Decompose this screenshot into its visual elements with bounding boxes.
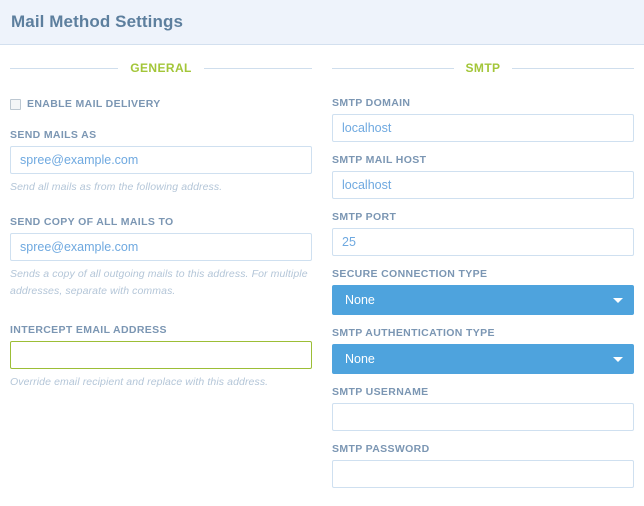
general-legend-label: GENERAL bbox=[130, 61, 192, 75]
send-mails-as-input[interactable] bbox=[10, 146, 312, 174]
general-column: GENERAL ENABLE MAIL DELIVERY SEND MAILS … bbox=[0, 61, 322, 500]
smtp-port-field: SMTP PORT bbox=[332, 211, 634, 256]
smtp-authentication-type-label: SMTP AUTHENTICATION TYPE bbox=[332, 327, 495, 339]
intercept-email-address-hint: Override email recipient and replace wit… bbox=[10, 376, 269, 388]
smtp-port-label: SMTP PORT bbox=[332, 211, 397, 223]
smtp-mail-host-label: SMTP MAIL HOST bbox=[332, 154, 427, 166]
smtp-username-label: SMTP USERNAME bbox=[332, 386, 429, 398]
smtp-username-field: SMTP USERNAME bbox=[332, 386, 634, 431]
smtp-domain-field: SMTP DOMAIN bbox=[332, 97, 634, 142]
smtp-legend-label: SMTP bbox=[465, 61, 501, 75]
smtp-domain-label: SMTP DOMAIN bbox=[332, 97, 411, 109]
secure-connection-type-select-wrap[interactable]: None bbox=[332, 285, 634, 315]
smtp-section-legend: SMTP bbox=[332, 61, 634, 75]
send-mails-as-hint: Send all mails as from the following add… bbox=[10, 181, 223, 193]
smtp-port-input[interactable] bbox=[332, 228, 634, 256]
send-copy-of-all-mails-to-field: SEND COPY OF ALL MAILS TO Sends a copy o… bbox=[10, 216, 312, 300]
send-copy-of-all-mails-to-label: SEND COPY OF ALL MAILS TO bbox=[10, 216, 174, 228]
smtp-mail-host-field: SMTP MAIL HOST bbox=[332, 154, 634, 199]
enable-mail-delivery-row[interactable]: ENABLE MAIL DELIVERY bbox=[10, 97, 312, 111]
smtp-mail-host-input[interactable] bbox=[332, 171, 634, 199]
enable-mail-delivery-label: ENABLE MAIL DELIVERY bbox=[27, 98, 161, 110]
intercept-email-address-field: INTERCEPT EMAIL ADDRESS Override email r… bbox=[10, 324, 312, 391]
secure-connection-type-select[interactable]: None bbox=[332, 285, 634, 315]
send-mails-as-field: SEND MAILS AS Send all mails as from the… bbox=[10, 129, 312, 196]
secure-connection-type-field: SECURE CONNECTION TYPE None bbox=[332, 268, 634, 315]
settings-columns: GENERAL ENABLE MAIL DELIVERY SEND MAILS … bbox=[0, 45, 644, 500]
smtp-legend-rule-left bbox=[332, 67, 454, 69]
secure-connection-type-label: SECURE CONNECTION TYPE bbox=[332, 268, 488, 280]
smtp-password-label: SMTP PASSWORD bbox=[332, 443, 430, 455]
intercept-email-address-input[interactable] bbox=[10, 341, 312, 369]
smtp-authentication-type-field: SMTP AUTHENTICATION TYPE None bbox=[332, 327, 634, 374]
smtp-authentication-type-select-wrap[interactable]: None bbox=[332, 344, 634, 374]
send-copy-of-all-mails-to-hint: Sends a copy of all outgoing mails to th… bbox=[10, 268, 308, 297]
legend-rule-right bbox=[203, 67, 313, 69]
page-title: Mail Method Settings bbox=[11, 12, 183, 31]
smtp-column: SMTP SMTP DOMAIN SMTP MAIL HOST SMTP POR… bbox=[322, 61, 644, 500]
page-header: Mail Method Settings bbox=[0, 0, 644, 45]
smtp-legend-rule-right bbox=[512, 67, 634, 69]
legend-rule-left bbox=[10, 67, 119, 69]
intercept-email-address-label: INTERCEPT EMAIL ADDRESS bbox=[10, 324, 167, 336]
send-mails-as-label: SEND MAILS AS bbox=[10, 129, 97, 141]
mail-method-settings-page: Mail Method Settings GENERAL ENABLE MAIL… bbox=[0, 0, 644, 506]
general-section-legend: GENERAL bbox=[10, 61, 313, 75]
smtp-password-input[interactable] bbox=[332, 460, 634, 488]
enable-mail-delivery-checkbox[interactable] bbox=[10, 98, 21, 110]
smtp-username-input[interactable] bbox=[332, 403, 634, 431]
send-copy-of-all-mails-to-input[interactable] bbox=[10, 233, 312, 261]
smtp-authentication-type-select[interactable]: None bbox=[332, 344, 634, 374]
smtp-password-field: SMTP PASSWORD bbox=[332, 443, 634, 488]
smtp-domain-input[interactable] bbox=[332, 114, 634, 142]
